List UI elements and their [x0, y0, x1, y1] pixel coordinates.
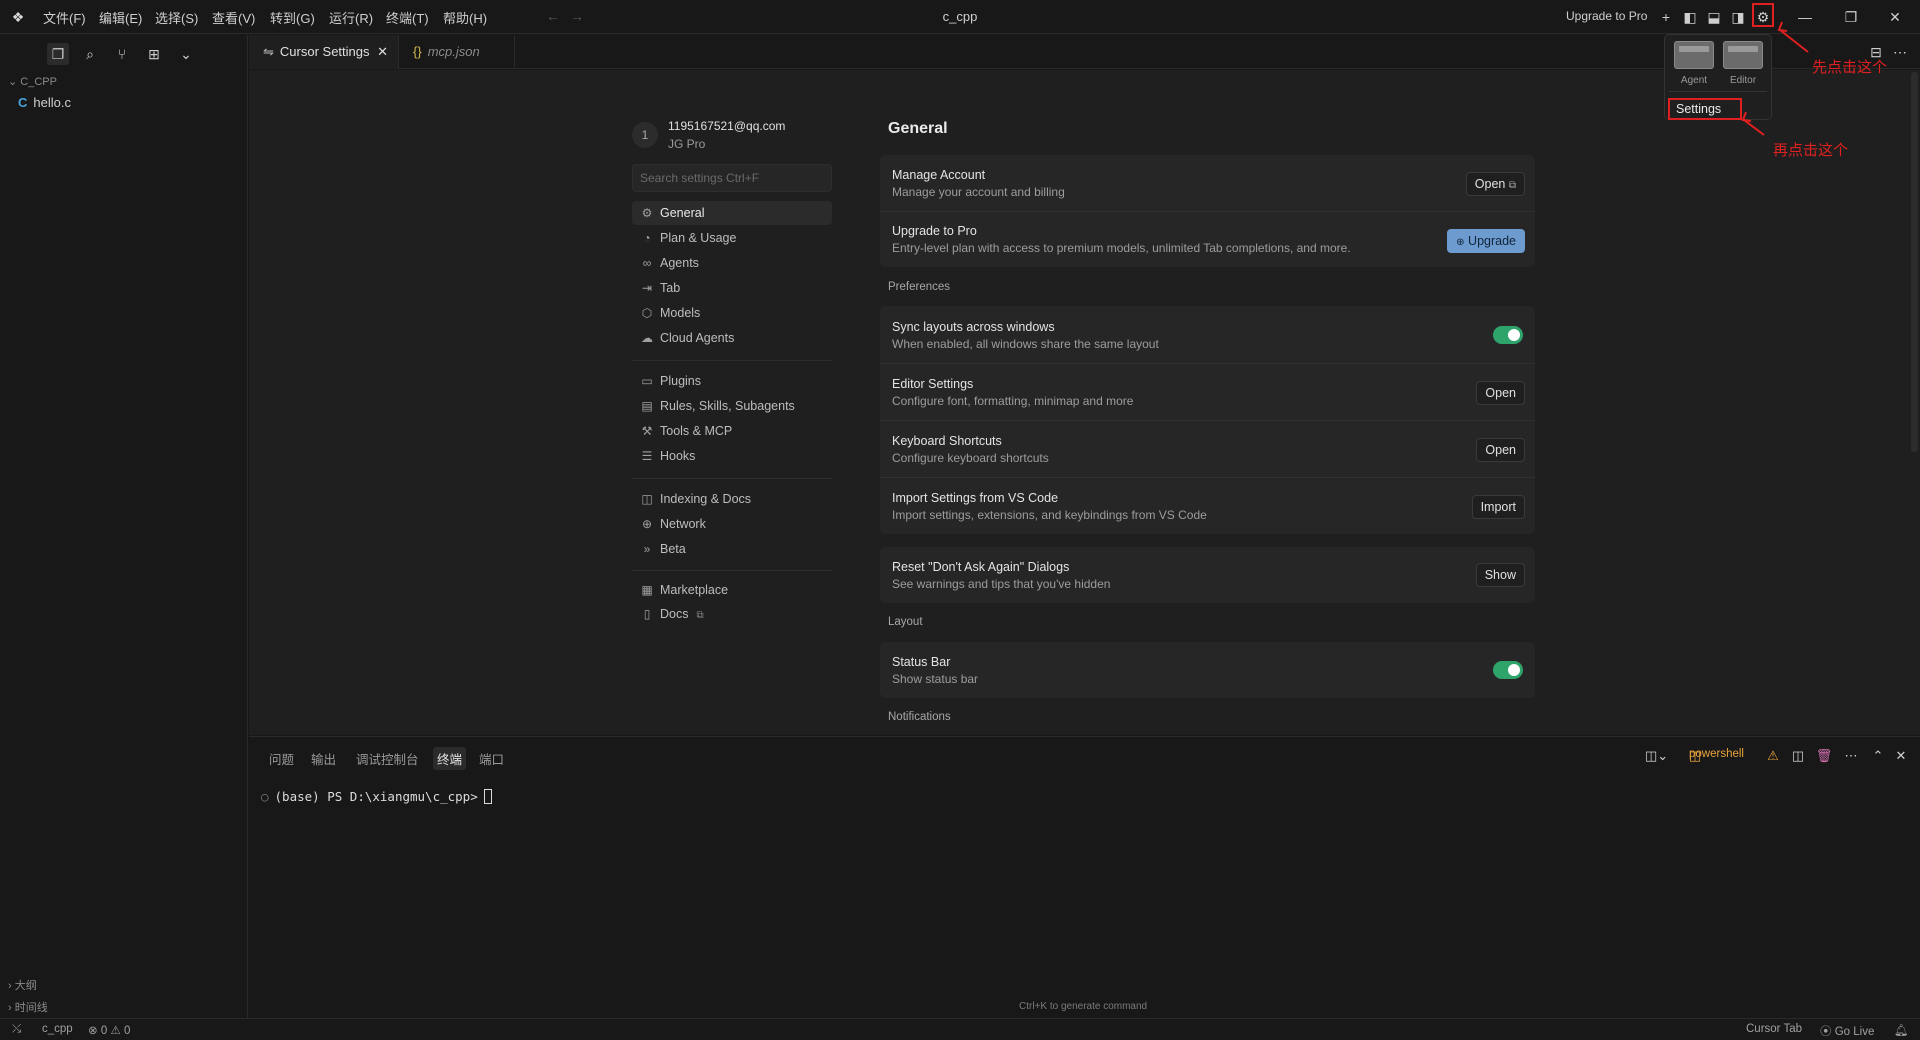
- annotation-second: 再点击这个: [1773, 142, 1849, 159]
- arrow-to-settings: [1743, 119, 1765, 136]
- annotation-first: 先点击这个: [1812, 59, 1888, 76]
- arrow-head-settings: [1741, 111, 1752, 122]
- arrow-head-gear: [1777, 21, 1788, 32]
- arrow-to-gear: [1779, 29, 1809, 53]
- annotation-arrows: [1741, 21, 1809, 136]
